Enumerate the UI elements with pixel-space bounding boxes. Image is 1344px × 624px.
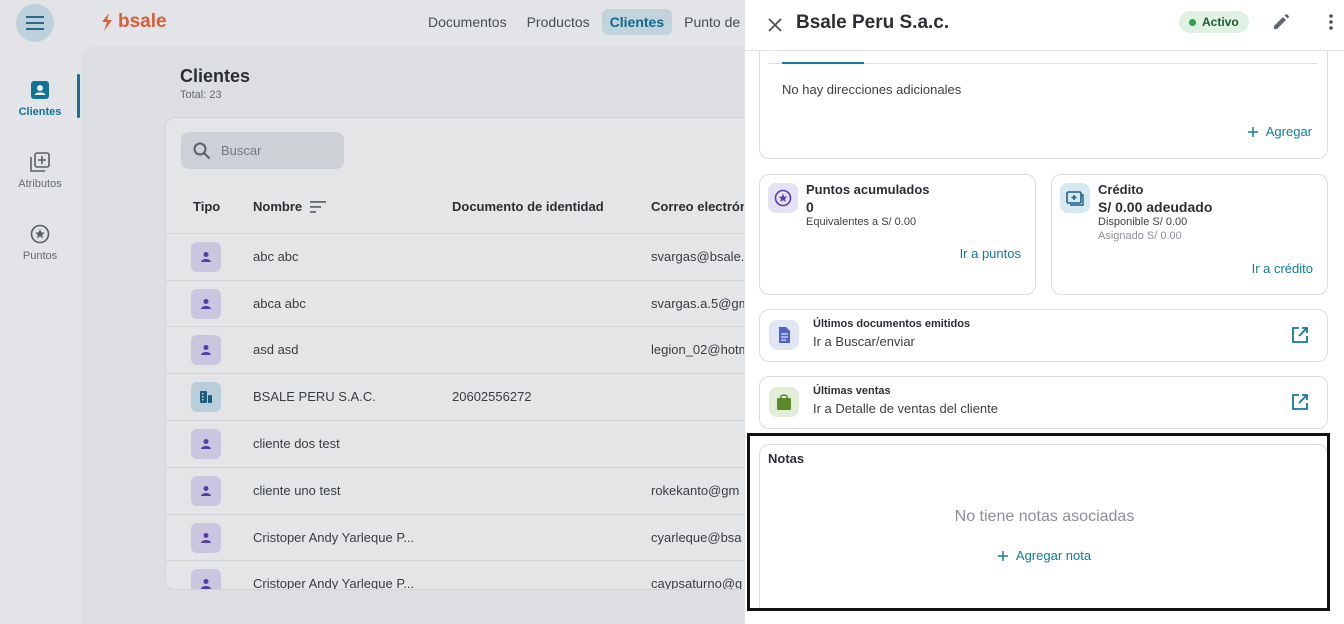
go-to-credit-link[interactable]: Ir a crédito (1252, 261, 1313, 276)
addresses-card: No hay direcciones adicionales Agregar (759, 40, 1328, 159)
notes-card: Notas No tiene notas asociadas Agregar n… (759, 444, 1328, 610)
edit-icon[interactable] (1269, 10, 1293, 34)
client-title: Bsale Peru S.a.c. (796, 12, 950, 33)
addresses-empty-text: No hay direcciones adicionales (782, 82, 962, 97)
active-tab-indicator (782, 62, 864, 64)
credit-add-icon (1060, 183, 1090, 213)
drawer-header: Bsale Peru S.a.c. Activo (745, 0, 1344, 51)
add-address-label: Agregar (1265, 124, 1312, 139)
credit-card: Crédito S/ 0.00 adeudado Disponible S/ 0… (1051, 174, 1328, 295)
points-card: Puntos acumulados 0 Equivalentes a S/ 0.… (759, 174, 1036, 295)
status-label: Activo (1202, 15, 1239, 29)
go-to-points-link[interactable]: Ir a puntos (960, 246, 1021, 261)
add-address-button[interactable]: Agregar (1247, 124, 1312, 139)
document-icon (769, 320, 799, 350)
more-vert-icon[interactable] (1323, 10, 1339, 34)
last-documents-title: Últimos documentos emitidos (813, 318, 971, 330)
credit-value: S/ 0.00 adeudado (1098, 199, 1213, 215)
points-equivalent: Equivalentes a S/ 0.00 (806, 216, 917, 228)
last-documents-subtitle: Ir a Buscar/enviar (813, 334, 915, 349)
credit-assigned: Asignado S/ 0.00 (1098, 230, 1182, 242)
shopping-bag-icon (769, 387, 799, 417)
last-documents-card[interactable]: Últimos documentos emitidos Ir a Buscar/… (759, 309, 1328, 362)
close-icon[interactable] (761, 11, 789, 39)
plus-icon (1247, 126, 1258, 137)
open-external-icon[interactable] (1289, 391, 1311, 413)
points-value: 0 (806, 199, 814, 215)
credit-available: Disponible S/ 0.00 (1098, 216, 1188, 228)
last-sales-card[interactable]: Últimas ventas Ir a Detalle de ventas de… (759, 376, 1328, 429)
notes-empty-text: No tiene notas asociadas (954, 508, 1135, 525)
open-external-icon[interactable] (1289, 324, 1311, 346)
plus-icon (997, 550, 1008, 561)
star-circle-icon (768, 183, 798, 213)
credit-title: Crédito (1098, 182, 1144, 197)
last-sales-subtitle: Ir a Detalle de ventas del cliente (813, 401, 998, 416)
last-sales-title: Últimas ventas (813, 385, 891, 397)
points-title: Puntos acumulados (806, 182, 930, 197)
add-note-button[interactable]: Agregar nota (997, 548, 1092, 563)
notes-title: Notas (768, 451, 805, 466)
status-badge: Activo (1179, 11, 1249, 33)
status-dot (1189, 18, 1196, 26)
client-detail-drawer: No hay direcciones adicionales Agregar P… (744, 0, 1344, 624)
add-note-label: Agregar nota (1015, 548, 1092, 563)
